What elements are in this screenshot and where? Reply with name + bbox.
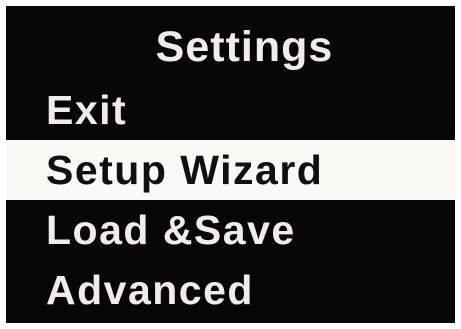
menu-item-exit[interactable]: Exit (6, 80, 455, 140)
menu-item-advanced[interactable]: Advanced (6, 260, 455, 320)
settings-screen: Settings Exit Setup Wizard Load &Save Ad… (6, 6, 455, 323)
menu-item-setup-wizard[interactable]: Setup Wizard (6, 140, 455, 200)
settings-menu: Exit Setup Wizard Load &Save Advanced (6, 80, 455, 320)
menu-item-load-save[interactable]: Load &Save (6, 200, 455, 260)
screen-title: Settings (155, 23, 334, 71)
